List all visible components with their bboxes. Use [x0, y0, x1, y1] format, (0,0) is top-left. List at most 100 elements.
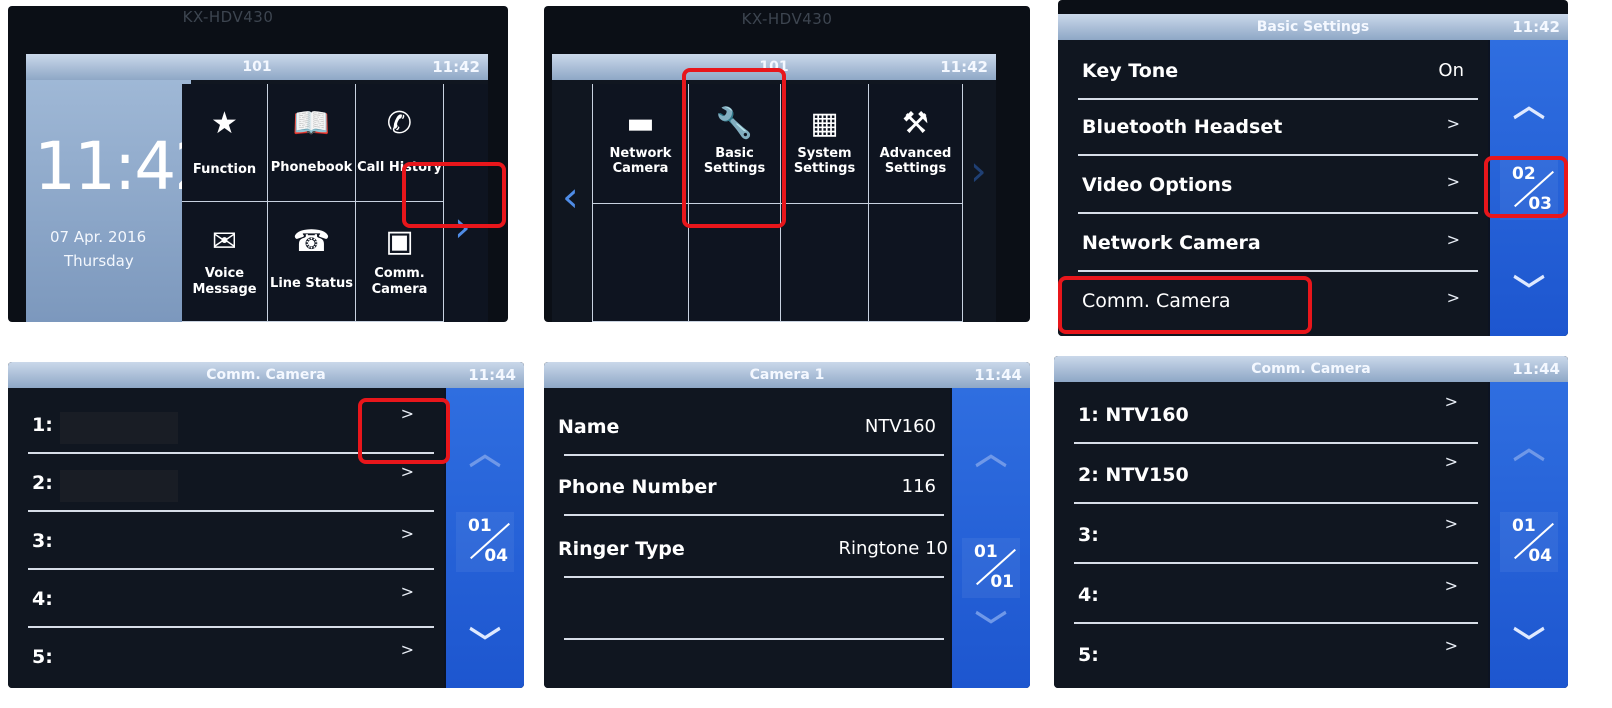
list-item-camera-5[interactable]: 5: > — [8, 630, 444, 686]
list-item-camera-5[interactable]: 5: > — [1054, 628, 1488, 684]
list-item-video-options[interactable]: Video Options > — [1058, 158, 1488, 214]
menu-screen-panel: KX-HDV430 101 11:42 ▬ Network Camera 🔧 B… — [544, 6, 1030, 322]
page-indicator: 01 04 — [456, 512, 514, 572]
list-item-camera-3[interactable]: 3: > — [1054, 508, 1488, 564]
star-icon: ★ — [211, 106, 238, 141]
screen-title: Basic Settings — [1256, 19, 1370, 35]
page-sidebar: ︿ 01 04 ﹀ — [1488, 382, 1568, 688]
door-camera-icon: ▣ — [385, 224, 414, 259]
camera-list: 1: NTV160 > 2: NTV150 > 3: > 4: > 5: > — [1054, 382, 1488, 688]
list-item-bluetooth-headset[interactable]: Bluetooth Headset > — [1058, 100, 1488, 156]
scroll-up-icon[interactable]: ︿ — [1490, 422, 1568, 468]
highlight-comm-camera — [1058, 276, 1312, 334]
row-label: 1: NTV160 — [1078, 404, 1189, 426]
phonebook-tile[interactable]: 📖 Phonebook — [268, 84, 356, 202]
row-divider — [28, 510, 434, 512]
row-label: 5: — [1078, 644, 1099, 666]
chevron-right-icon: > — [1446, 114, 1460, 133]
tile-label-line1: Network — [609, 146, 672, 161]
empty-row — [544, 584, 954, 640]
scroll-down-icon[interactable]: ﹀ — [1490, 266, 1568, 312]
list-item-key-tone[interactable]: Key Tone On — [1058, 44, 1488, 100]
list-item-network-camera[interactable]: Network Camera > — [1058, 216, 1488, 272]
row-label: 1: — [32, 414, 53, 436]
row-label: Bluetooth Headset — [1082, 116, 1283, 138]
next-page-arrow-icon[interactable]: › — [970, 146, 987, 195]
list-item-camera-4[interactable]: 4: > — [1054, 568, 1488, 624]
status-clock: 11:42 — [1512, 18, 1560, 36]
advanced-settings-tile[interactable]: ⚒ Advanced Settings — [869, 84, 963, 204]
tile-label-line1: Voice — [204, 266, 245, 281]
list-item-camera-2[interactable]: 2: NTV150 > — [1054, 448, 1488, 504]
chevron-right-icon: > — [1444, 392, 1458, 411]
list-item-camera-2[interactable]: 2: > — [8, 456, 444, 512]
scroll-up-icon[interactable]: ︿ — [1490, 80, 1568, 126]
function-tile[interactable]: ★ Function — [182, 84, 268, 202]
current-page: 01 — [468, 516, 492, 536]
scroll-up-icon[interactable]: ︿ — [446, 428, 524, 474]
scroll-down-icon[interactable]: ﹀ — [446, 618, 524, 664]
row-label: 2: — [32, 472, 53, 494]
empty-tile — [869, 204, 963, 322]
screen-title: Comm. Camera — [206, 367, 326, 383]
home-screen-panel: KX-HDV430 101 11:42 11:42 07 Apr. 2016 T… — [8, 6, 508, 322]
list-item-phone-number[interactable]: Phone Number 116 — [544, 460, 954, 516]
total-pages: 04 — [484, 546, 508, 566]
book-icon: 📖 — [292, 106, 331, 141]
chevron-right-icon: > — [400, 582, 414, 601]
highlight-page-indicator — [1484, 156, 1568, 218]
camera-detail-list: Name NTV160 Phone Number 116 Ringer Type… — [544, 388, 954, 688]
system-settings-icon: ▦ — [810, 106, 839, 141]
status-bar: Basic Settings 11:42 — [1058, 14, 1568, 40]
extension-number: 101 — [242, 59, 272, 75]
scroll-down-icon[interactable]: ﹀ — [952, 602, 1030, 648]
row-label: 4: — [1078, 584, 1099, 606]
scroll-down-icon[interactable]: ﹀ — [1490, 618, 1568, 664]
row-divider — [564, 576, 944, 578]
row-divider — [1074, 562, 1478, 564]
page-indicator: 01 04 — [1500, 512, 1558, 572]
model-label: KX-HDV430 — [741, 10, 833, 28]
highlight-camera-1-chevron — [358, 398, 450, 464]
chevron-right-icon: > — [1446, 172, 1460, 191]
tile-label-line2: Message — [192, 282, 257, 297]
list-item-camera-4[interactable]: 4: > — [8, 572, 444, 628]
comm-camera-filled-panel: Comm. Camera 11:44 1: NTV160 > 2: NTV150… — [1054, 356, 1568, 688]
status-clock: 11:44 — [468, 366, 516, 384]
line-status-tile[interactable]: ☎ Line Status — [268, 202, 356, 322]
chevron-right-icon: > — [1446, 230, 1460, 249]
row-label: 5: — [32, 646, 53, 668]
clock-pane: 11:42 07 Apr. 2016 Thursday — [26, 80, 216, 322]
row-label: 4: — [32, 588, 53, 610]
camera-1-screen: Camera 1 11:44 Name NTV160 Phone Number … — [544, 362, 1030, 688]
page-sidebar: ︿ 01 01 ﹀ — [950, 388, 1030, 688]
status-clock: 11:44 — [974, 366, 1022, 384]
row-value: On — [1438, 60, 1464, 81]
screen-title: Comm. Camera — [1251, 361, 1371, 377]
list-item-camera-3[interactable]: 3: > — [8, 514, 444, 570]
previous-page-arrow-icon[interactable]: ‹ — [562, 172, 579, 221]
network-camera-tile[interactable]: ▬ Network Camera — [593, 84, 689, 204]
scroll-up-icon[interactable]: ︿ — [952, 428, 1030, 474]
envelope-icon: ✉ — [211, 224, 238, 259]
tile-label-line2: Settings — [793, 161, 856, 176]
tile-label-line2: Camera — [371, 282, 428, 297]
tile-label: Phonebook — [270, 160, 353, 175]
current-page: 01 — [1512, 516, 1536, 536]
system-settings-tile[interactable]: ▦ System Settings — [781, 84, 869, 204]
call-history-icon: ✆ — [386, 106, 413, 141]
total-pages: 01 — [990, 572, 1014, 592]
list-item-ringer-type[interactable]: Ringer Type Ringtone 10 — [544, 522, 954, 578]
model-label: KX-HDV430 — [182, 8, 274, 26]
chevron-right-icon: > — [400, 524, 414, 543]
status-clock: 11:42 — [940, 58, 988, 76]
basic-settings-panel: Basic Settings 11:42 Key Tone On Bluetoo… — [1058, 0, 1568, 336]
list-item-camera-1[interactable]: 1: NTV160 > — [1054, 388, 1488, 444]
voice-message-tile[interactable]: ✉ Voice Message — [182, 202, 268, 322]
tile-label-line1: System — [797, 146, 852, 161]
row-divider — [28, 626, 434, 628]
chevron-right-icon: > — [400, 640, 414, 659]
tile-label-line2: Settings — [884, 161, 947, 176]
list-item-name[interactable]: Name NTV160 — [544, 400, 954, 456]
row-label: Phone Number — [558, 476, 717, 498]
